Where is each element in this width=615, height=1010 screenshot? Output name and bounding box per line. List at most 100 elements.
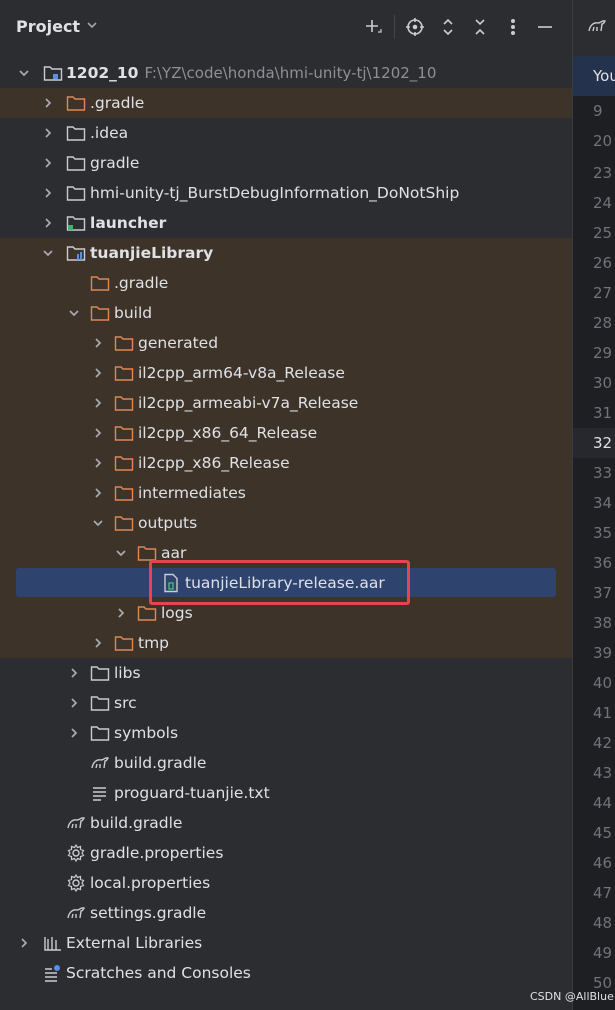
editor-notification-banner: You	[573, 56, 615, 96]
chevron-right-icon[interactable]	[17, 936, 31, 950]
folder-icon	[137, 603, 157, 623]
line-number: 24	[593, 194, 613, 212]
tree-item[interactable]: .gradle	[0, 88, 572, 118]
tree-item[interactable]: build	[0, 298, 572, 328]
module-folder-icon	[66, 243, 86, 263]
tree-item-label: settings.gradle	[90, 904, 207, 922]
line-number: 25	[593, 224, 613, 242]
more-options-icon[interactable]	[500, 14, 526, 40]
folder-icon	[90, 273, 110, 293]
tree-item-label: 1202_10	[66, 64, 139, 82]
line-number: 39	[593, 644, 613, 662]
tree-item-label: libs	[114, 664, 141, 682]
chevron-down-icon[interactable]	[67, 306, 81, 320]
chevron-right-icon[interactable]	[67, 696, 81, 710]
tree-item[interactable]: il2cpp_arm64-v8a_Release	[0, 358, 572, 388]
tree-item[interactable]: .gradle	[0, 268, 572, 298]
tree-item[interactable]: hmi-unity-tj_BurstDebugInformation_DoNot…	[0, 178, 572, 208]
chevron-down-icon[interactable]	[17, 66, 31, 80]
collapse-all-icon[interactable]	[467, 14, 493, 40]
chevron-right-icon[interactable]	[67, 726, 81, 740]
tree-item-label: gradle.properties	[90, 844, 224, 862]
chevron-right-icon[interactable]	[91, 486, 105, 500]
tree-item[interactable]: proguard-tuanjie.txt	[0, 778, 572, 808]
tree-item[interactable]: src	[0, 688, 572, 718]
library-icon	[43, 933, 63, 953]
gear-icon	[66, 843, 86, 863]
folder-icon	[114, 453, 134, 473]
tree-item-label: il2cpp_armeabi-v7a_Release	[138, 394, 359, 412]
tree-item[interactable]: il2cpp_armeabi-v7a_Release	[0, 388, 572, 418]
line-number: 34	[593, 494, 613, 512]
tree-item[interactable]: tuanjieLibrary	[0, 238, 572, 268]
tree-item[interactable]: Scratches and Consoles	[0, 958, 572, 988]
tree-item-label: .gradle	[90, 94, 145, 112]
line-number: 36	[593, 554, 613, 572]
editor-tab[interactable]	[573, 0, 615, 56]
chevron-down-icon[interactable]	[41, 246, 55, 260]
chevron-right-icon[interactable]	[91, 366, 105, 380]
tree-item[interactable]: settings.gradle	[0, 898, 572, 928]
project-title: Project	[16, 17, 81, 36]
chevron-right-icon[interactable]	[41, 96, 55, 110]
scratches-icon	[43, 963, 63, 983]
tree-item[interactable]: build.gradle	[0, 808, 572, 838]
line-number: 26	[593, 254, 613, 272]
chevron-right-icon[interactable]	[67, 666, 81, 680]
tree-item[interactable]: gradle	[0, 148, 572, 178]
tree-item[interactable]: External Libraries	[0, 928, 572, 958]
chevron-right-icon[interactable]	[91, 456, 105, 470]
tree-item[interactable]: outputs	[0, 508, 572, 538]
hide-panel-icon[interactable]	[532, 14, 558, 40]
tree-item-label: gradle	[90, 154, 140, 172]
tree-item-label: build.gradle	[90, 814, 183, 832]
line-number: 38	[593, 614, 613, 632]
folder-icon	[114, 333, 134, 353]
chevron-down-icon[interactable]	[91, 516, 105, 530]
locate-file-icon[interactable]	[402, 14, 428, 40]
tree-item[interactable]: intermediates	[0, 478, 572, 508]
tree-item[interactable]: il2cpp_x86_Release	[0, 448, 572, 478]
new-file-icon[interactable]	[360, 14, 386, 40]
tree-item-label: symbols	[114, 724, 179, 742]
chevron-right-icon[interactable]	[41, 126, 55, 140]
project-panel: Project 1202_10 F:\YZ\code\honda\hmi-uni…	[0, 0, 572, 1010]
tree-item[interactable]: symbols	[0, 718, 572, 748]
tree-item[interactable]: build.gradle	[0, 748, 572, 778]
line-number: 28	[593, 314, 613, 332]
chevron-right-icon[interactable]	[91, 396, 105, 410]
tree-item[interactable]: .idea	[0, 118, 572, 148]
highlight-box	[149, 560, 410, 605]
tree-item[interactable]: gradle.properties	[0, 838, 572, 868]
folder-icon	[114, 423, 134, 443]
chevron-right-icon[interactable]	[41, 186, 55, 200]
tree-item-root[interactable]: 1202_10 F:\YZ\code\honda\hmi-unity-tj\120…	[0, 58, 572, 88]
chevron-right-icon[interactable]	[91, 426, 105, 440]
line-number: 43	[593, 764, 613, 782]
tree-item-label: il2cpp_x86_64_Release	[138, 424, 318, 442]
notice-text: You	[593, 67, 615, 85]
folder-icon	[114, 633, 134, 653]
tree-item-label: il2cpp_x86_Release	[138, 454, 290, 472]
tree-item-label: proguard-tuanjie.txt	[114, 784, 270, 802]
tree-item[interactable]: local.properties	[0, 868, 572, 898]
tree-item[interactable]: generated	[0, 328, 572, 358]
chevron-right-icon[interactable]	[41, 216, 55, 230]
line-number: 32	[593, 434, 613, 452]
tree-item[interactable]: il2cpp_x86_64_Release	[0, 418, 572, 448]
chevron-right-icon[interactable]	[114, 606, 128, 620]
tree-item[interactable]: launcher	[0, 208, 572, 238]
tree-item-label: Scratches and Consoles	[66, 964, 251, 982]
chevron-down-icon[interactable]	[114, 546, 128, 560]
tree-item[interactable]: tmp	[0, 628, 572, 658]
expand-all-icon[interactable]	[435, 14, 461, 40]
chevron-right-icon[interactable]	[91, 636, 105, 650]
project-view-selector[interactable]: Project	[16, 17, 98, 36]
tree-item-label: .idea	[90, 124, 129, 142]
line-number: 30	[593, 374, 613, 392]
chevron-right-icon[interactable]	[41, 156, 55, 170]
tree-item[interactable]: libs	[0, 658, 572, 688]
gradle-icon	[66, 903, 86, 923]
chevron-right-icon[interactable]	[91, 336, 105, 350]
line-number: 41	[593, 704, 613, 722]
